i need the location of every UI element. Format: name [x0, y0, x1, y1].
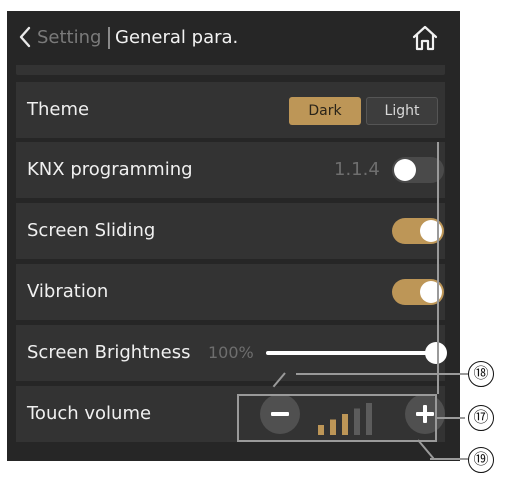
- row-label-vibration: Vibration: [27, 281, 109, 302]
- page-title: General para.: [115, 27, 239, 48]
- chevron-left-icon[interactable]: [18, 25, 32, 49]
- brightness-value: 100%: [208, 343, 254, 362]
- callout-leader-19: [430, 458, 468, 460]
- row-screen-sliding: Screen Sliding: [16, 203, 445, 259]
- row-theme: Theme Dark Light: [16, 82, 445, 138]
- row-label-knx: KNX programming: [27, 159, 193, 180]
- row-label-theme: Theme: [27, 99, 90, 120]
- callout-number-19: ⑲: [468, 447, 494, 473]
- breadcrumb-divider: [108, 27, 110, 49]
- header-bar: Setting General para.: [7, 11, 460, 65]
- row-label-touch-volume: Touch volume: [27, 403, 152, 424]
- home-icon[interactable]: [411, 24, 439, 52]
- callout-leader-17: [437, 417, 465, 419]
- row-label-brightness: Screen Brightness: [27, 342, 191, 363]
- row-label-screen-sliding: Screen Sliding: [27, 220, 156, 241]
- row-vibration: Vibration: [16, 264, 445, 320]
- row-knx-programming: KNX programming 1.1.4: [16, 142, 445, 198]
- brightness-slider-track[interactable]: [266, 351, 436, 355]
- volume-callout-frame: [237, 394, 437, 442]
- brightness-slider-thumb[interactable]: [425, 342, 447, 364]
- breadcrumb-parent[interactable]: Setting: [37, 28, 101, 48]
- knx-address: 1.1.4: [334, 159, 380, 180]
- callout-leader-vertical: [437, 142, 439, 394]
- list-item-partial: [16, 65, 445, 75]
- toggle-knob: [394, 159, 416, 181]
- theme-light-button[interactable]: Light: [366, 97, 438, 125]
- theme-dark-button[interactable]: Dark: [289, 97, 361, 125]
- callout-number-17: ⑰: [468, 405, 494, 431]
- callout-number-18: ⑱: [468, 361, 494, 387]
- callout-leader-18: [296, 373, 468, 375]
- brightness-slider-fill: [266, 351, 436, 355]
